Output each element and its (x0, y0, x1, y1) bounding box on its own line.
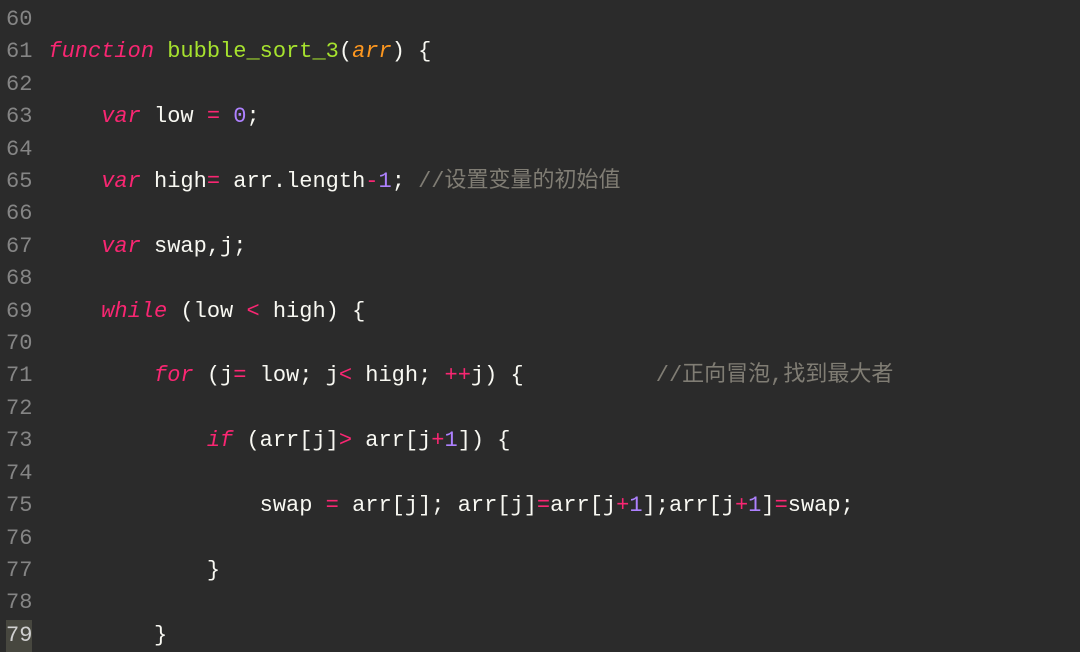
line-number: 61 (6, 36, 32, 68)
comment: //正向冒泡,找到最大者 (656, 363, 894, 388)
line-number: 62 (6, 69, 32, 101)
line-number: 78 (6, 587, 32, 619)
line-number: 72 (6, 393, 32, 425)
line-number: 76 (6, 523, 32, 555)
code-line: } (48, 555, 1080, 587)
line-number: 68 (6, 263, 32, 295)
code-line: function bubble_sort_3(arr) { (48, 36, 1080, 68)
code-line: var swap,j; (48, 231, 1080, 263)
line-number: 73 (6, 425, 32, 457)
line-number: 64 (6, 134, 32, 166)
line-number: 66 (6, 198, 32, 230)
code-area[interactable]: function bubble_sort_3(arr) { var low = … (42, 0, 1080, 652)
keyword-function: function (48, 39, 154, 64)
parameter: arr (352, 39, 392, 64)
line-number: 75 (6, 490, 32, 522)
line-number: 74 (6, 458, 32, 490)
line-number: 67 (6, 231, 32, 263)
code-line: var low = 0; (48, 101, 1080, 133)
comment: //设置变量的初始值 (418, 169, 620, 194)
code-line: if (arr[j]> arr[j+1]) { (48, 425, 1080, 457)
code-line: var high= arr.length-1; //设置变量的初始值 (48, 166, 1080, 198)
code-line: } (48, 620, 1080, 652)
code-editor[interactable]: 60 61 62 63 64 65 66 67 68 69 70 71 72 7… (0, 0, 1080, 652)
line-number: 71 (6, 360, 32, 392)
function-name: bubble_sort_3 (167, 39, 339, 64)
code-line: for (j= low; j< high; ++j) { //正向冒泡,找到最大… (48, 360, 1080, 392)
line-number: 60 (6, 4, 32, 36)
line-number: 63 (6, 101, 32, 133)
code-line: swap = arr[j]; arr[j]=arr[j+1];arr[j+1]=… (48, 490, 1080, 522)
line-number-gutter: 60 61 62 63 64 65 66 67 68 69 70 71 72 7… (0, 0, 42, 652)
code-line: while (low < high) { (48, 296, 1080, 328)
line-number: 69 (6, 296, 32, 328)
line-number: 79 (6, 620, 32, 652)
line-number: 65 (6, 166, 32, 198)
line-number: 77 (6, 555, 32, 587)
line-number: 70 (6, 328, 32, 360)
